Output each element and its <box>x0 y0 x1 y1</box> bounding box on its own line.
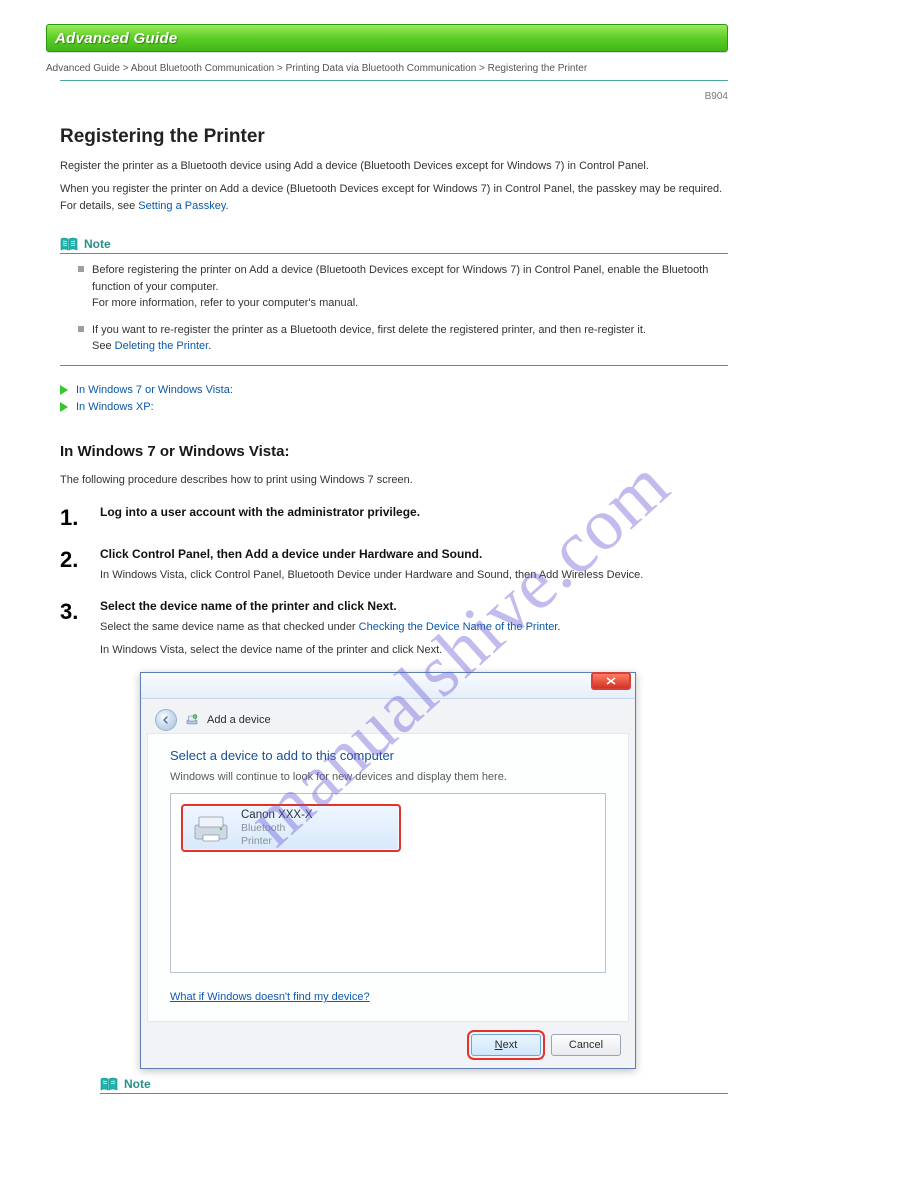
arrow-icon <box>60 402 68 412</box>
step-3-title: Select the device name of the printer an… <box>100 599 728 613</box>
bullet-icon <box>78 266 84 272</box>
back-arrow-icon <box>161 715 171 725</box>
dialog-breadcrumb: + Add a device <box>141 699 635 733</box>
note-label: Note <box>84 237 111 251</box>
note-bullet-2: If you want to re-register the printer a… <box>78 322 728 355</box>
page-banner: Advanced Guide <box>46 24 728 52</box>
dialog-headline: Select a device to add to this computer <box>170 748 606 763</box>
next-rest: ext <box>503 1039 518 1051</box>
step-2: 2. Click Control Panel, then Add a devic… <box>60 547 728 584</box>
arrow-icon <box>60 385 68 395</box>
dialog-titlebar <box>141 673 635 699</box>
breadcrumb: Advanced Guide > About Bluetooth Communi… <box>46 62 728 76</box>
note-label-bottom: Note <box>124 1077 151 1091</box>
step-3-hint: Select the same device name as that chec… <box>100 619 728 636</box>
device-icon: + <box>185 713 199 727</box>
device-category: Printer <box>241 835 313 848</box>
page-code: B904 <box>60 91 728 102</box>
page-title: Registering the Printer <box>60 126 728 148</box>
step-2-title: Click Control Panel, then Add a device u… <box>100 547 728 561</box>
section-heading: In Windows 7 or Windows Vista: <box>60 443 728 460</box>
step-number: 3. <box>60 599 86 1102</box>
step-1-title: Log into a user account with the adminis… <box>100 505 728 519</box>
note-rule-sub <box>100 1093 728 1094</box>
link-windows-xp[interactable]: In Windows XP: <box>76 401 154 413</box>
banner-title: Advanced Guide <box>55 30 178 47</box>
divider <box>60 80 728 81</box>
svg-text:+: + <box>194 715 196 719</box>
bullet-icon <box>78 326 84 332</box>
dialog-crumb-title: Add a device <box>207 714 271 726</box>
step-number: 1. <box>60 505 86 531</box>
back-button[interactable] <box>155 709 177 731</box>
note-rule <box>60 253 728 254</box>
close-button[interactable] <box>591 672 631 690</box>
device-listbox[interactable]: Canon XXX-X Bluetooth Printer <box>170 793 606 973</box>
device-type: Bluetooth <box>241 822 313 835</box>
device-item[interactable]: Canon XXX-X Bluetooth Printer <box>181 804 401 852</box>
link-windows7-vista[interactable]: In Windows 7 or Windows Vista: <box>76 384 233 396</box>
note-header: Note <box>60 237 728 251</box>
help-link[interactable]: What if Windows doesn't find my device? <box>170 991 370 1003</box>
step-1: 1. Log into a user account with the admi… <box>60 505 728 531</box>
printer-icon <box>191 811 231 845</box>
step-3-vista-note: In Windows Vista, select the device name… <box>100 642 728 659</box>
note-rule-bottom <box>60 365 728 366</box>
section-lead: The following procedure describes how to… <box>60 472 728 489</box>
note-header-sub: Note <box>100 1077 728 1091</box>
step-3: 3. Select the device name of the printer… <box>60 599 728 1102</box>
step-3-hint-prefix: Select the same device name as that chec… <box>100 621 359 633</box>
step-number: 2. <box>60 547 86 584</box>
note-bullet-2-text: If you want to re-register the printer a… <box>92 322 646 355</box>
intro-paragraph-2: When you register the printer on Add a d… <box>60 181 728 215</box>
next-underline: N <box>495 1039 503 1051</box>
cancel-button[interactable]: Cancel <box>551 1034 621 1056</box>
close-icon <box>605 676 617 686</box>
dialog-subline: Windows will continue to look for new de… <box>170 771 606 783</box>
book-icon <box>60 237 78 251</box>
checking-device-name-link[interactable]: Checking the Device Name of the Printer <box>359 621 558 633</box>
device-name: Canon XXX-X <box>241 808 313 822</box>
add-device-dialog: + Add a device Select a device to add to… <box>140 672 636 1069</box>
passkey-link[interactable]: Setting a Passkey <box>138 200 225 212</box>
note-bullet-1: Before registering the printer on Add a … <box>78 262 728 312</box>
dialog-footer: Next Cancel <box>141 1028 635 1068</box>
intro-paragraph-1: Register the printer as a Bluetooth devi… <box>60 158 728 175</box>
next-button[interactable]: Next <box>471 1034 541 1056</box>
dialog-body: Select a device to add to this computer … <box>147 733 629 1022</box>
jump-links: In Windows 7 or Windows Vista: In Window… <box>60 384 728 413</box>
book-icon <box>100 1077 118 1091</box>
step-2-text: In Windows Vista, click Control Panel, B… <box>100 567 728 584</box>
deleting-printer-link[interactable]: Deleting the Printer <box>115 340 209 352</box>
note-bullets: Before registering the printer on Add a … <box>78 262 728 355</box>
note-bullet-1-text: Before registering the printer on Add a … <box>92 262 728 312</box>
